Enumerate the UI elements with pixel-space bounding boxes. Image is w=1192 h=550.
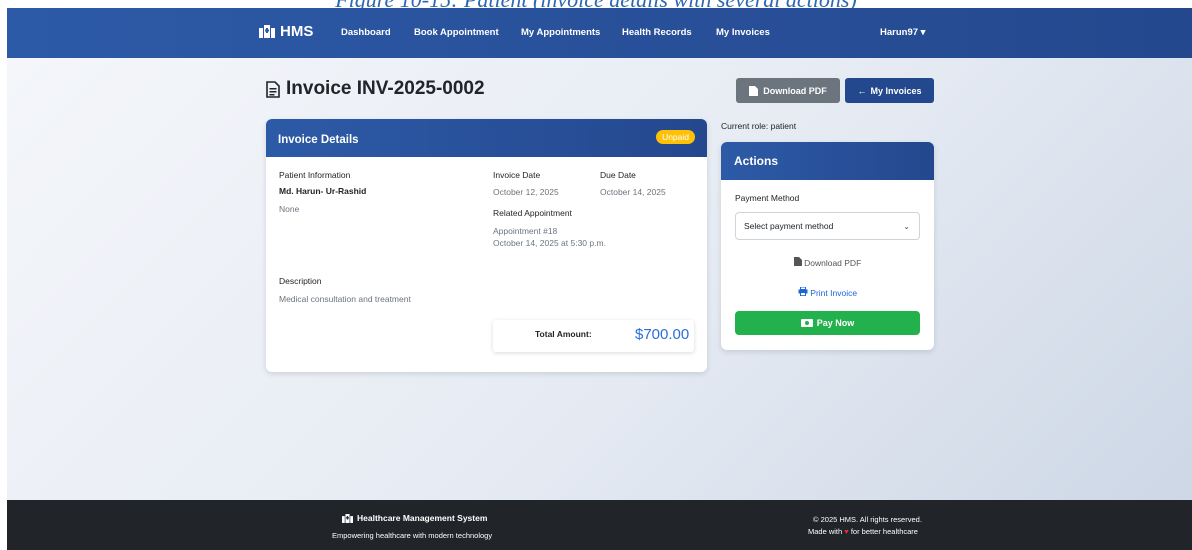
total-amount-box: Total Amount: $700.00	[493, 320, 694, 352]
related-appointment-label: Related Appointment	[493, 208, 572, 218]
page-title: Invoice INV-2025-0002	[266, 78, 485, 100]
print-invoice-label: Print Invoice	[810, 288, 858, 298]
brand-link[interactable]: HMS	[259, 23, 313, 40]
description-value: Medical consultation and treatment	[279, 294, 411, 304]
footer-tagline: Empowering healthcare with modern techno…	[332, 531, 493, 540]
appointment-time: October 14, 2025 at 5:30 p.m.	[493, 238, 606, 248]
nav-health-records[interactable]: Health Records	[622, 27, 692, 38]
file-invoice-icon	[266, 80, 280, 98]
print-invoice-link[interactable]: Print Invoice	[721, 286, 934, 298]
footer-made-with: Made with ♥ for better healthcare	[808, 527, 918, 536]
pdf-icon	[749, 85, 759, 96]
download-pdf-link[interactable]: Download PDF	[721, 257, 934, 268]
patient-name: Md. Harun- Ur-Rashid	[279, 186, 367, 196]
invoice-details-title: Invoice Details	[278, 134, 359, 146]
nav-my-invoices[interactable]: My Invoices	[716, 27, 770, 38]
invoice-details-header: Invoice Details Unpaid	[266, 119, 707, 157]
main-content: Invoice INV-2025-0002 Download PDF ← My …	[7, 58, 1192, 500]
nav-book-appointment[interactable]: Book Appointment	[414, 27, 499, 38]
footer-copyright: © 2025 HMS. All rights reserved.	[813, 515, 922, 524]
invoice-date-value: October 12, 2025	[493, 187, 559, 197]
patient-info-label: Patient Information	[279, 170, 351, 180]
figure-caption: Figure 10-15: Patient (invoice details w…	[0, 0, 1192, 8]
appointment-number: Appointment #18	[493, 226, 558, 236]
total-amount-value: $700.00	[635, 326, 690, 343]
footer: Healthcare Management System Empowering …	[7, 500, 1192, 550]
invoice-details-card: Invoice Details Unpaid Patient Informati…	[266, 119, 707, 372]
current-role: Current role: patient	[721, 121, 797, 131]
page-title-text: Invoice INV-2025-0002	[286, 78, 485, 99]
payment-method-value: Select payment method	[744, 221, 834, 231]
my-invoices-label: My Invoices	[870, 85, 922, 96]
pay-now-label: Pay Now	[816, 318, 855, 328]
status-badge: Unpaid	[656, 130, 695, 144]
pdf-icon	[793, 257, 804, 268]
patient-extra: None	[279, 204, 300, 214]
caret-down-icon: ▾	[920, 27, 926, 38]
pay-now-button[interactable]: Pay Now	[735, 311, 920, 335]
invoice-date-label: Invoice Date	[493, 170, 541, 180]
download-pdf-label: Download PDF	[763, 85, 827, 96]
money-icon	[800, 319, 813, 327]
brand-text: HMS	[280, 23, 314, 40]
download-pdf-link-label: Download PDF	[804, 258, 862, 268]
footer-title-text: Healthcare Management System	[357, 513, 488, 523]
arrow-left-icon: ←	[857, 85, 867, 96]
download-pdf-button[interactable]: Download PDF	[736, 78, 840, 103]
actions-card: Actions Payment Method Select payment me…	[721, 142, 934, 350]
user-menu[interactable]: Harun97 ▾	[880, 27, 925, 38]
made-suffix: for better healthcare	[850, 527, 918, 536]
actions-title: Actions	[734, 154, 779, 168]
hospital-icon	[342, 513, 353, 523]
my-invoices-button[interactable]: ← My Invoices	[845, 78, 934, 103]
actions-header: Actions	[721, 142, 934, 180]
footer-title: Healthcare Management System	[342, 513, 487, 523]
nav-dashboard[interactable]: Dashboard	[341, 27, 391, 38]
chevron-down-icon: ⌄	[903, 222, 910, 231]
hospital-icon	[259, 25, 275, 38]
top-navbar: HMS Dashboard Book Appointment My Appoin…	[7, 8, 1192, 58]
description-label: Description	[279, 276, 322, 286]
due-date-value: October 14, 2025	[600, 187, 666, 197]
username: Harun97	[880, 27, 919, 38]
payment-method-label: Payment Method	[735, 193, 800, 203]
heart-icon: ♥	[844, 527, 849, 536]
made-prefix: Made with	[808, 527, 843, 536]
payment-method-select[interactable]: Select payment method ⌄	[735, 212, 920, 240]
due-date-label: Due Date	[600, 170, 636, 180]
printer-icon	[798, 286, 810, 298]
nav-my-appointments[interactable]: My Appointments	[521, 27, 600, 38]
total-amount-label: Total Amount:	[535, 329, 592, 339]
